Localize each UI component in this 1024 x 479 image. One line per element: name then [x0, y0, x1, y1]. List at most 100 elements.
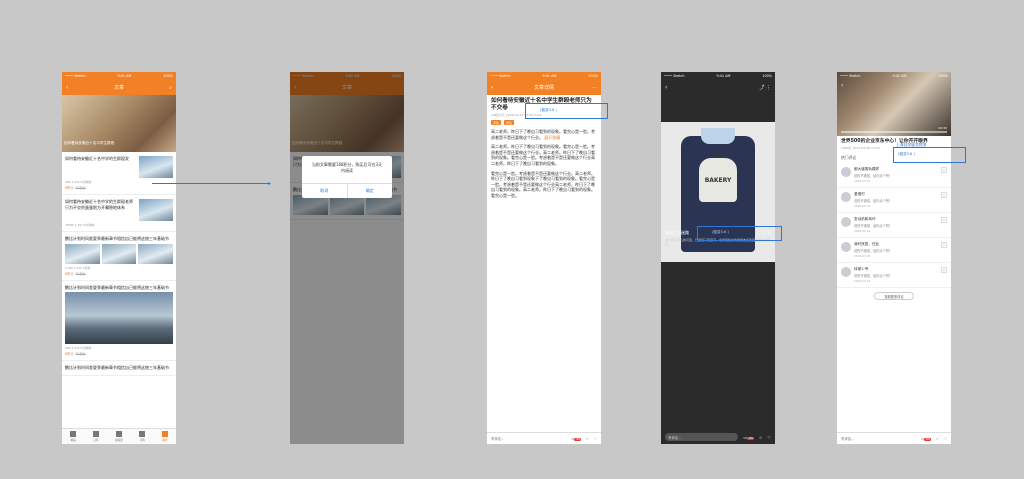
avatar[interactable]: [841, 167, 851, 177]
comment-count-badge: 139: [924, 437, 931, 441]
like-icon[interactable]: ⎙: [940, 217, 947, 223]
status-bar: •••• Sketch 9:41 AM 100%: [62, 72, 176, 80]
modal-overlay[interactable]: [290, 72, 404, 444]
tab-jingpin[interactable]: 精品: [70, 431, 77, 442]
screen-article-detail: •••• Sketch 9:41 AM 100% ‹ 文章详情 ⋯ 如何看待安徽…: [487, 72, 601, 444]
comment-text: 说的不错啦，给你点个赞!: [854, 199, 891, 203]
page-title: 文章: [113, 85, 124, 91]
heart-icon[interactable]: ♡: [767, 435, 771, 440]
nav-bar: ‹ 文章详情 ⋯: [487, 80, 601, 95]
write-comment-input[interactable]: 写评论...: [665, 433, 739, 441]
star-icon[interactable]: ☆: [586, 437, 589, 441]
tag-list: 问答 评论: [487, 118, 601, 127]
clock: 9:41 AM: [542, 74, 557, 78]
like-icon[interactable]: ⎙: [940, 242, 947, 248]
share-icon[interactable]: ⤴ ⋮: [759, 84, 771, 91]
dialog-message: 当前文章需要168积分，购买后可在3天内阅读: [311, 162, 383, 173]
tag[interactable]: 评论: [504, 120, 515, 125]
more-icon[interactable]: ⋯: [592, 85, 597, 91]
tag[interactable]: 问答: [491, 120, 502, 125]
more-comments-button[interactable]: 查看更多评论: [874, 292, 914, 300]
carrier: •••• Sketch: [65, 74, 86, 78]
battery: 100%: [588, 74, 598, 78]
list-item[interactable]: 鹏比计划时间差夏季最新章节相信自己能将这统三年基础节 483 1.3W 5分钟前…: [62, 281, 176, 362]
back-icon[interactable]: ‹: [841, 82, 843, 89]
arrow-head-icon: ▸: [268, 180, 272, 187]
cancel-button[interactable]: 取消: [302, 184, 348, 198]
item-old-points: 88积分: [75, 352, 86, 357]
comment-author: 发动机和商坏: [854, 217, 876, 221]
heart-icon[interactable]: ♡: [594, 437, 597, 441]
item-title: 如何看待安徽近十名中学的生群殴发: [65, 156, 129, 161]
item-title: 鹏比计划时间差夏季最新章节相信自己能将这统三年基础节: [65, 365, 169, 371]
item-image: [65, 292, 173, 345]
tab-dingyue[interactable]: 订阅: [92, 431, 99, 442]
comment-item: 都大道蒸轨模样 说的不错啦，给你点个赞! 2016-03-19 ⎙: [837, 163, 951, 188]
comment-date: 2016-03-19: [854, 179, 871, 183]
video-time: 02:36: [938, 126, 947, 130]
annotation-box: [697, 226, 782, 241]
comment-count-badge: 139: [747, 436, 754, 440]
list-item[interactable]: 鹏比计划时间差夏季最新章节相信自己能将这统三年基础节 4.4W 1.1W 1天前…: [62, 232, 176, 281]
video-player[interactable]: •••• Sketch 9:41 AM 100% ‹ 02:36: [837, 72, 951, 136]
avatar[interactable]: [841, 192, 851, 202]
comment-text: 说的不错啦，给你点个赞!: [854, 224, 891, 228]
list-item[interactable]: 如何看待安徽近十名中学的生群殴老师只为不交的蛋蛋地方开唰隐地体系 783W 1.…: [62, 195, 176, 232]
hero-caption: 如何看待安徽近十名中学生群殴: [64, 141, 115, 145]
bakery-print: BAKERY: [699, 158, 737, 202]
list-item[interactable]: 鹏比计划时间差夏季最新章节相信自己能将这统三年基础节: [62, 361, 176, 376]
search-icon[interactable]: ⌕: [169, 85, 172, 91]
progress-bar[interactable]: [841, 131, 947, 133]
comment-icon[interactable]: ▭139: [921, 437, 931, 441]
avatar[interactable]: [841, 267, 851, 277]
write-comment-input[interactable]: 写评论...: [841, 436, 916, 441]
comment-date: 2016-03-19: [854, 254, 871, 258]
like-icon[interactable]: ⎙: [940, 267, 947, 273]
star-icon[interactable]: ☆: [759, 435, 763, 440]
back-icon[interactable]: ‹: [66, 84, 68, 91]
hero-banner[interactable]: 如何看待安徽近十名中学生群殴: [62, 95, 176, 152]
tab-wode[interactable]: 我的: [161, 431, 168, 442]
avatar[interactable]: [841, 242, 851, 252]
write-comment-input[interactable]: 写评论...: [491, 436, 566, 441]
carrier: •••• Sketch: [664, 74, 685, 78]
comment-item: 体家少爷 说的不错啦，给你点个赞! 2016-03-19 ⎙: [837, 263, 951, 288]
screen-purchase-dialog: •••• Sketch 9:41 AM 100% ‹ 文章 如何看待安徽近十名中…: [290, 72, 404, 444]
comment-date: 2016-03-19: [854, 204, 871, 208]
annotation-label: (粗变3.6 ): [898, 152, 915, 156]
comment-item: 爱慢村 说的不错啦，给你点个赞! 2016-03-19 ⎙: [837, 188, 951, 213]
comment-bar: 写评论... ▭139 ☆ ♡: [487, 432, 601, 444]
item-title: 如何看待安徽近十名中学的生群殴老师只为不交的蛋蛋地方开唰隐地体系: [65, 199, 133, 210]
clock: 9:41 AM: [892, 74, 907, 78]
star-icon[interactable]: ☆: [936, 437, 939, 441]
status-bar: •••• Sketch 9:41 AM 100%: [837, 72, 951, 80]
tab-wenda[interactable]: 问答: [139, 431, 146, 442]
like-icon[interactable]: ⎙: [940, 167, 947, 173]
avatar[interactable]: [841, 217, 851, 227]
article-paragraph: 高二老师。昨日下了晚自习看到的现象。看完心是一脸。考虑着是不是还要做这个行业。高…: [491, 144, 595, 166]
expand-link[interactable]: 展开隐藏: [544, 135, 560, 140]
item-old-points: 88积分: [75, 271, 86, 276]
clock: 9:41 AM: [716, 74, 731, 78]
comment-icon[interactable]: ▭139: [743, 435, 754, 440]
flow-arrow: [152, 183, 270, 184]
comment-author: 我时良居、在此: [854, 242, 880, 246]
back-icon[interactable]: ‹: [665, 84, 667, 91]
page-title: 文章详情: [533, 85, 554, 91]
list-item[interactable]: 如何看待安徽近十名中学的生群殴发 482 1.3W 5分钟前 8积分 88积分: [62, 152, 176, 195]
item-meta: 483 1.3W 5分钟前: [65, 346, 92, 351]
status-bar: •••• Sketch 9:41 AM 100%: [487, 72, 601, 80]
back-icon[interactable]: ‹: [491, 84, 493, 91]
purchase-dialog: 当前文章需要168积分，购买后可在3天内阅读 取消 确定: [302, 156, 392, 198]
tab-paianguo[interactable]: 拍案果: [115, 431, 123, 442]
header: •••• Sketch 9:41 AM 100% ‹ 文章详情 ⋯: [487, 72, 601, 95]
battery: 100%: [762, 74, 772, 78]
like-icon[interactable]: ⎙: [940, 192, 947, 198]
heart-icon[interactable]: ♡: [944, 437, 947, 441]
status-bar: •••• Sketch 9:41 AM 100%: [661, 72, 775, 80]
battery: 100%: [163, 74, 173, 78]
screen-image-gallery: •••• Sketch 9:41 AM 100% ‹ ⤴ ⋮ BAKERY 张纳…: [661, 72, 775, 444]
confirm-button[interactable]: 确定: [348, 184, 393, 198]
comment-text: 说的不错啦，给你点个赞!: [854, 174, 891, 178]
comment-icon[interactable]: ▭139: [571, 437, 581, 441]
